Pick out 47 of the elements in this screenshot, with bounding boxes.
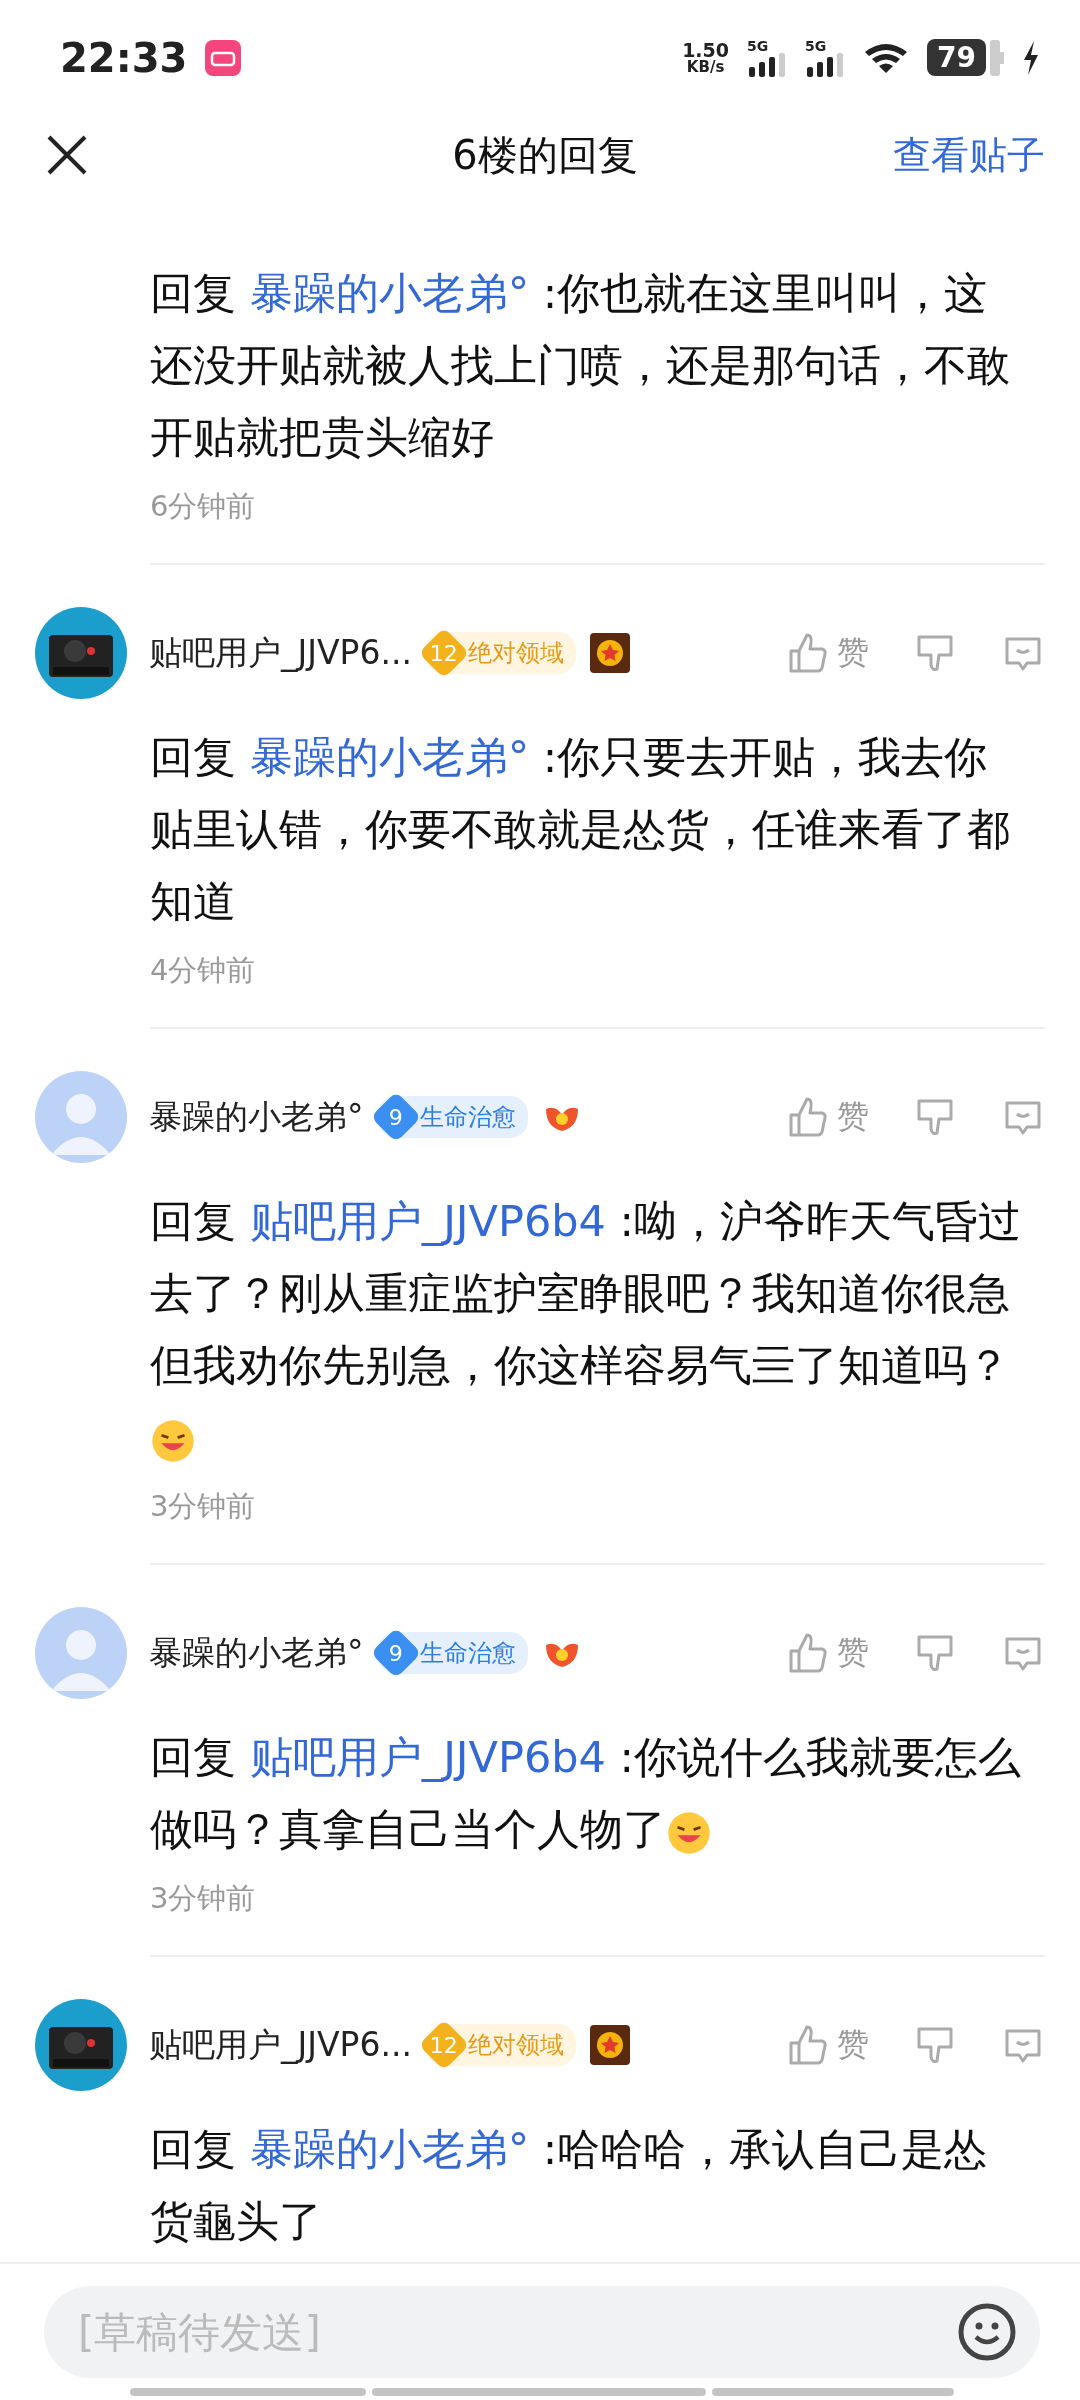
- reply-time: 3分钟前: [149, 1880, 257, 1917]
- mentioned-user-link[interactable]: 暴躁的小老弟°: [249, 2124, 530, 2174]
- star-medal-icon: [589, 2025, 630, 2065]
- signal-icon: [747, 52, 788, 77]
- status-time: 22:33: [60, 34, 188, 81]
- network-type: 5G: [805, 38, 828, 53]
- level-title: 绝对领域: [467, 638, 564, 669]
- laughing-emoji-icon: [666, 1809, 712, 1856]
- reply-text: 回复 暴躁的小老弟° :哈哈哈，承认自己是怂货龜头了: [149, 2123, 989, 2248]
- battery-level: 79: [927, 39, 986, 76]
- reply-input[interactable]: [草稿待发送]: [76, 2306, 958, 2358]
- reply-input-field[interactable]: [草稿待发送]: [44, 2286, 1040, 2378]
- user-name[interactable]: 暴躁的小老弟°: [149, 1094, 364, 1140]
- level-title: 生命治愈: [419, 1102, 516, 1133]
- signal-icon: [805, 52, 846, 77]
- like-button[interactable]: 赞: [785, 1095, 869, 1139]
- star-medal-icon: [589, 633, 630, 673]
- reply-time: 4分钟前: [149, 952, 257, 989]
- view-post-link[interactable]: 查看贴子: [893, 129, 1045, 181]
- mentioned-user-link[interactable]: 贴吧用户_JJVP6b4: [249, 1196, 606, 1246]
- mentioned-user-link[interactable]: 暴躁的小老弟°: [249, 732, 530, 782]
- laughing-emoji-icon: [150, 1417, 196, 1464]
- charging-icon: [1022, 40, 1040, 75]
- user-name[interactable]: 贴吧用户_JJVP6...: [149, 2022, 412, 2068]
- level-title: 生命治愈: [419, 1638, 516, 1669]
- level-title: 绝对领域: [467, 2030, 564, 2061]
- page-title: 6楼的回复: [452, 130, 638, 180]
- battery-icon: [990, 39, 1004, 76]
- user-name[interactable]: 贴吧用户_JJVP6...: [149, 630, 412, 676]
- reply-text: 回复 暴躁的小老弟° :你也就在这里叫叫，这还没开贴就被人找上门喷，还是那句话，不敢开贴就把贵头缩好: [149, 267, 1011, 464]
- mentioned-user-link[interactable]: 贴吧用户_JJVP6b4: [249, 1732, 606, 1782]
- like-button[interactable]: 赞: [785, 1631, 869, 1675]
- speed-unit: KB/s: [686, 59, 725, 75]
- app-icon: [205, 39, 242, 76]
- reply-text: 回复 贴吧用户_JJVP6b4 :呦，沪爷昨天气昏过去了？刚从重症监护室睁眼吧？我知道你很急但我劝你先别急，你这样容易气亖了知道吗？: [0, 1185, 1045, 1473]
- like-button[interactable]: 赞: [785, 2023, 869, 2067]
- close-icon[interactable]: [45, 133, 89, 177]
- network-speed: 1.50: [682, 40, 730, 60]
- like-button[interactable]: 赞: [785, 631, 869, 675]
- user-name[interactable]: 暴躁的小老弟°: [149, 1630, 364, 1676]
- reply-text: 回复 暴躁的小老弟° :你只要去开贴，我去你贴里认错，你要不敢就是怂货，任谁来看了都知道: [149, 731, 1011, 928]
- network-type: 5G: [747, 38, 770, 53]
- reply-time: 6分钟前: [149, 488, 257, 525]
- emoji-icon[interactable]: [958, 2303, 1016, 2361]
- mentioned-user-link[interactable]: 暴躁的小老弟°: [249, 268, 530, 318]
- reply-text: 回复 贴吧用户_JJVP6b4 :你说什么我就要怎么做吗？真拿自己当个人物了: [149, 1731, 1023, 1858]
- reply-time: 3分钟前: [149, 1488, 257, 1525]
